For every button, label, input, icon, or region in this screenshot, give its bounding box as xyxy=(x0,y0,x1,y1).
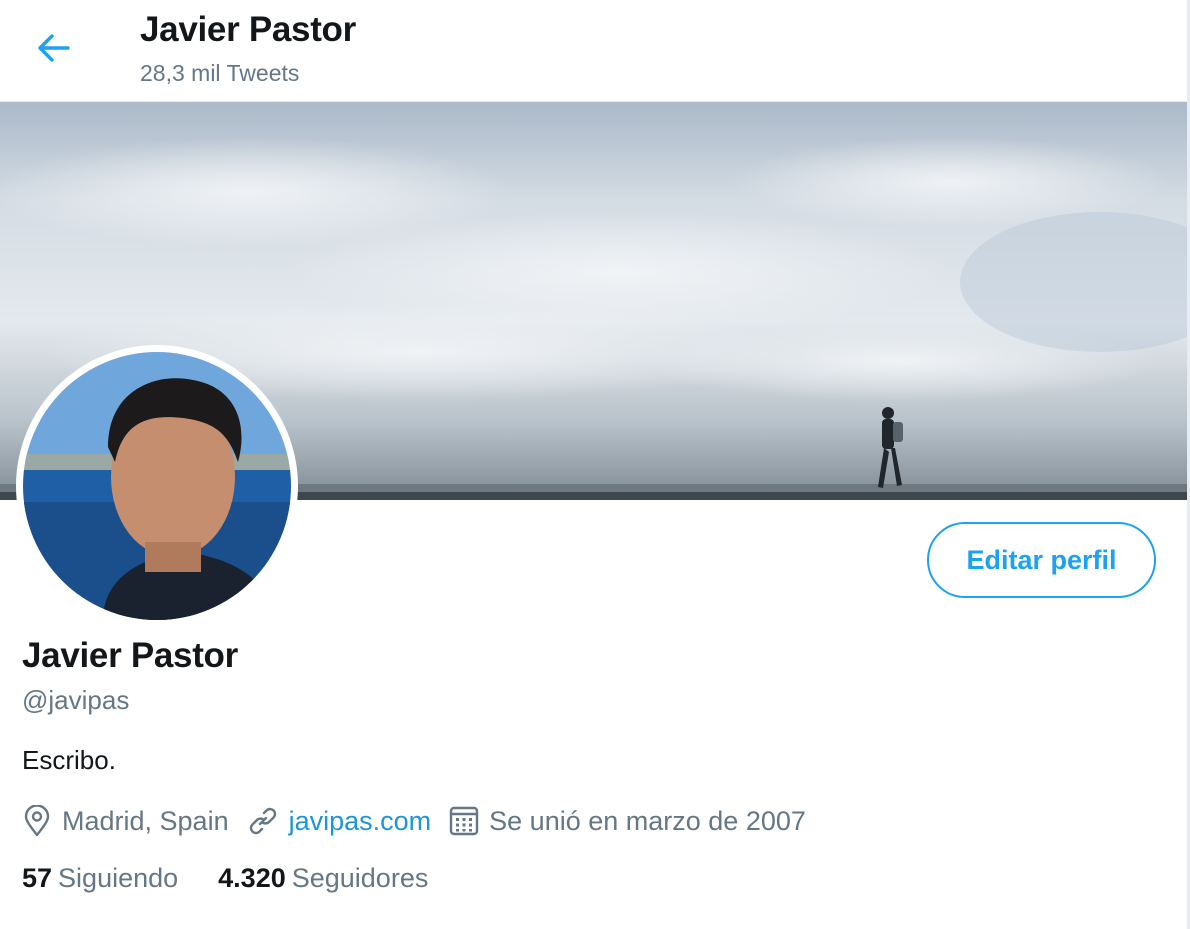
joined-text: Se unió en marzo de 2007 xyxy=(489,805,806,836)
avatar[interactable] xyxy=(16,345,298,627)
profile-stats: 57 Siguiendo 4.320 Seguidores xyxy=(22,863,468,894)
location-pin-icon xyxy=(24,805,50,837)
back-button[interactable] xyxy=(28,26,78,70)
profile-name: Javier Pastor xyxy=(22,636,238,675)
profile-meta: Madrid, Spain javipas.com Se unió en mar… xyxy=(22,801,824,841)
website-link[interactable]: javipas.com xyxy=(289,806,432,837)
website-item: javipas.com xyxy=(247,805,432,837)
followers-count: 4.320 xyxy=(218,863,286,893)
following-label: Siguiendo xyxy=(58,863,179,893)
following-count: 57 xyxy=(22,863,53,893)
joined-item: Se unió en marzo de 2007 xyxy=(449,805,806,837)
location-text: Madrid, Spain xyxy=(62,805,229,836)
calendar-icon xyxy=(449,806,479,836)
link-icon xyxy=(249,807,276,835)
following-stat[interactable]: 57 Siguiendo xyxy=(22,863,178,894)
followers-stat[interactable]: 4.320 Seguidores xyxy=(218,863,428,894)
profile-bio: Escribo. xyxy=(22,745,116,775)
location-item: Madrid, Spain xyxy=(22,805,229,837)
edit-profile-button[interactable]: Editar perfil xyxy=(927,522,1156,598)
profile-handle: @javipas xyxy=(22,685,130,715)
tweet-count: 28,3 mil Tweets xyxy=(140,60,300,86)
arrow-left-icon xyxy=(38,34,70,62)
followers-label: Seguidores xyxy=(291,863,429,893)
header-title: Javier Pastor xyxy=(140,10,356,49)
profile-header: Javier Pastor 28,3 mil Tweets xyxy=(0,0,1187,102)
